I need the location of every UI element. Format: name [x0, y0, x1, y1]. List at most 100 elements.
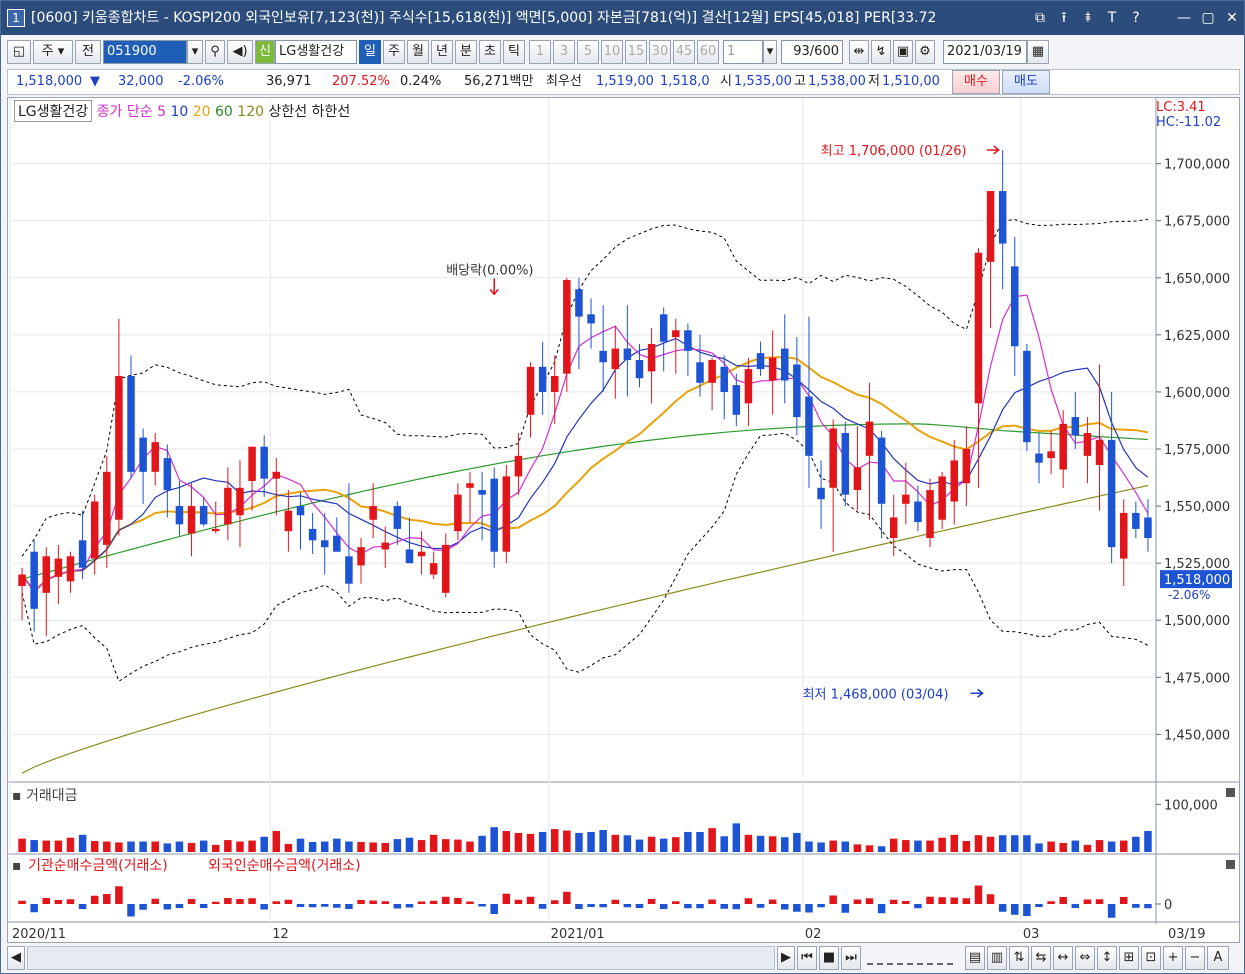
tool-icon-5[interactable]: ↔ — [1053, 946, 1073, 970]
volume-bar — [320, 841, 329, 852]
tool-icon-9[interactable]: ⊡ — [1141, 946, 1161, 970]
zoom-in-button[interactable]: + — [1163, 946, 1183, 970]
zoom-icon[interactable]: ⇹ — [849, 40, 869, 64]
stop-icon[interactable]: ■ — [819, 946, 839, 970]
period-day[interactable]: 일 — [359, 40, 381, 64]
volume-bar — [333, 838, 341, 852]
candle-body — [720, 366, 728, 392]
flow-bar — [974, 885, 983, 904]
first-page-icon[interactable]: ⏮ — [797, 946, 817, 970]
candle-body — [563, 280, 571, 374]
flow-bar — [611, 899, 620, 904]
chevron-down-icon[interactable]: ▾ — [187, 40, 203, 64]
period-week[interactable]: 주 — [383, 40, 405, 64]
flow-bar — [224, 898, 232, 904]
text-icon[interactable]: T — [1101, 1, 1123, 35]
pin-icon[interactable]: ⭱ — [1053, 1, 1075, 35]
flow-bar — [889, 899, 898, 904]
market-type-select[interactable]: 주 ▾ — [33, 40, 73, 64]
help-icon[interactable]: ? — [1125, 1, 1147, 35]
data-count-field[interactable]: 93/600 — [781, 40, 843, 64]
last-page-icon[interactable]: ⏭ — [841, 946, 861, 970]
interval-30[interactable]: 30 — [649, 40, 671, 64]
interval-15[interactable]: 15 — [625, 40, 647, 64]
chart-area[interactable]: 1,700,000 1,675,000 1,650,000 1,625,000 1,60… — [7, 97, 1240, 943]
scroll-left-button[interactable]: ◀ — [7, 946, 25, 970]
tool-icon-8[interactable]: ⊞ — [1119, 946, 1139, 970]
scroll-track[interactable] — [27, 946, 775, 970]
save-icon[interactable]: ▣ — [893, 40, 913, 64]
flow-bar — [575, 904, 583, 909]
flow-bar — [454, 898, 462, 904]
volume-bar — [914, 840, 922, 852]
scroll-right-button[interactable]: ▶ — [777, 946, 795, 970]
x-tick-label-last: 03/19 — [1168, 927, 1205, 942]
flow-bar — [212, 901, 220, 904]
y-tick-label: 1,625,000 — [1164, 329, 1230, 344]
foreign-flow-title: 외국인순매수금액(거래소) — [208, 858, 361, 874]
tool-icon-1[interactable]: ▤ — [965, 946, 985, 970]
period-second[interactable]: 초 — [479, 40, 501, 64]
date-field[interactable]: 2021/03/19 — [943, 40, 1027, 64]
search-icon[interactable]: ⚲ — [205, 40, 225, 64]
font-size-button[interactable]: A — [1207, 946, 1229, 970]
period-minute[interactable]: 분 — [455, 40, 477, 64]
indicator-icon[interactable]: ↯ — [871, 40, 891, 64]
interval-3[interactable]: 3 — [553, 40, 575, 64]
volume-bar — [490, 827, 498, 852]
link-icon[interactable]: ⧉ — [1029, 1, 1051, 35]
volume-bar — [829, 840, 837, 852]
zoom-out-button[interactable]: − — [1185, 946, 1205, 970]
flow-bar — [357, 900, 365, 904]
volume-bar — [781, 837, 789, 852]
tool-icon-6[interactable]: ⇔ — [1075, 946, 1095, 970]
scroll-bar[interactable]: ◀ ▶ ⏮ ■ ⏭ ▤ ▥ ⇅ ⇆ ↔ ⇔ ↕ ⊞ ⊡ + − A — [7, 945, 1240, 970]
interval-45[interactable]: 45 — [673, 40, 695, 64]
maximize-button[interactable]: ▢ — [1197, 1, 1219, 35]
interval-5[interactable]: 5 — [577, 40, 599, 64]
interval-60[interactable]: 60 — [697, 40, 719, 64]
prev-period-button[interactable]: 전 — [75, 40, 101, 64]
tool-icon-3[interactable]: ⇅ — [1009, 946, 1029, 970]
volume-bar — [877, 846, 886, 852]
low-price: 1,510,00 — [882, 74, 940, 89]
interval-10[interactable]: 10 — [601, 40, 623, 64]
close-button[interactable]: ✕ — [1221, 1, 1243, 35]
candle-body — [1023, 350, 1031, 443]
tool-icon-7[interactable]: ↕ — [1097, 946, 1117, 970]
gear-icon[interactable]: ⚙ — [915, 40, 935, 64]
candle-body — [938, 476, 946, 520]
tool-icon-4[interactable]: ⇆ — [1031, 946, 1051, 970]
minimize-button[interactable]: — — [1173, 1, 1195, 35]
interval-1[interactable]: 1 — [529, 40, 551, 64]
spin-icon[interactable]: ▾ — [763, 40, 777, 64]
period-tick[interactable]: 틱 — [503, 40, 525, 64]
candle-body — [732, 385, 741, 415]
volume-bar — [817, 842, 825, 852]
speaker-icon[interactable]: ◀) — [227, 40, 253, 64]
volume-bar — [587, 831, 595, 852]
layout-icon[interactable]: ◱ — [7, 40, 31, 64]
period-month[interactable]: 월 — [407, 40, 429, 64]
volume-bar — [466, 841, 474, 852]
sell-button[interactable]: 매도 — [1002, 70, 1050, 94]
flow-bar — [296, 904, 305, 907]
zoom-slider[interactable] — [867, 949, 953, 965]
y-tick-label: 1,700,000 — [1164, 158, 1230, 173]
flow-bar — [756, 904, 765, 908]
price-chart-svg[interactable]: 1,700,000 1,675,000 1,650,000 1,625,000 1,60… — [8, 98, 1239, 942]
interval-input[interactable]: 1 — [723, 40, 763, 64]
stock-code-input[interactable]: 051900 — [103, 40, 187, 64]
tool-icon-2[interactable]: ▥ — [987, 946, 1007, 970]
candle-body — [30, 551, 38, 609]
volume-bar — [720, 836, 728, 852]
panel-close-icon — [1226, 860, 1235, 869]
period-year[interactable]: 년 — [431, 40, 453, 64]
flow-bar — [986, 894, 995, 904]
buy-button[interactable]: 매수 — [952, 70, 1000, 94]
calendar-icon[interactable]: ▦ — [1027, 40, 1049, 64]
candle-body — [442, 544, 450, 593]
candle-body — [1035, 453, 1043, 463]
dock-icon[interactable]: ⯒ — [1077, 1, 1099, 35]
low-arrow-icon — [970, 688, 984, 698]
